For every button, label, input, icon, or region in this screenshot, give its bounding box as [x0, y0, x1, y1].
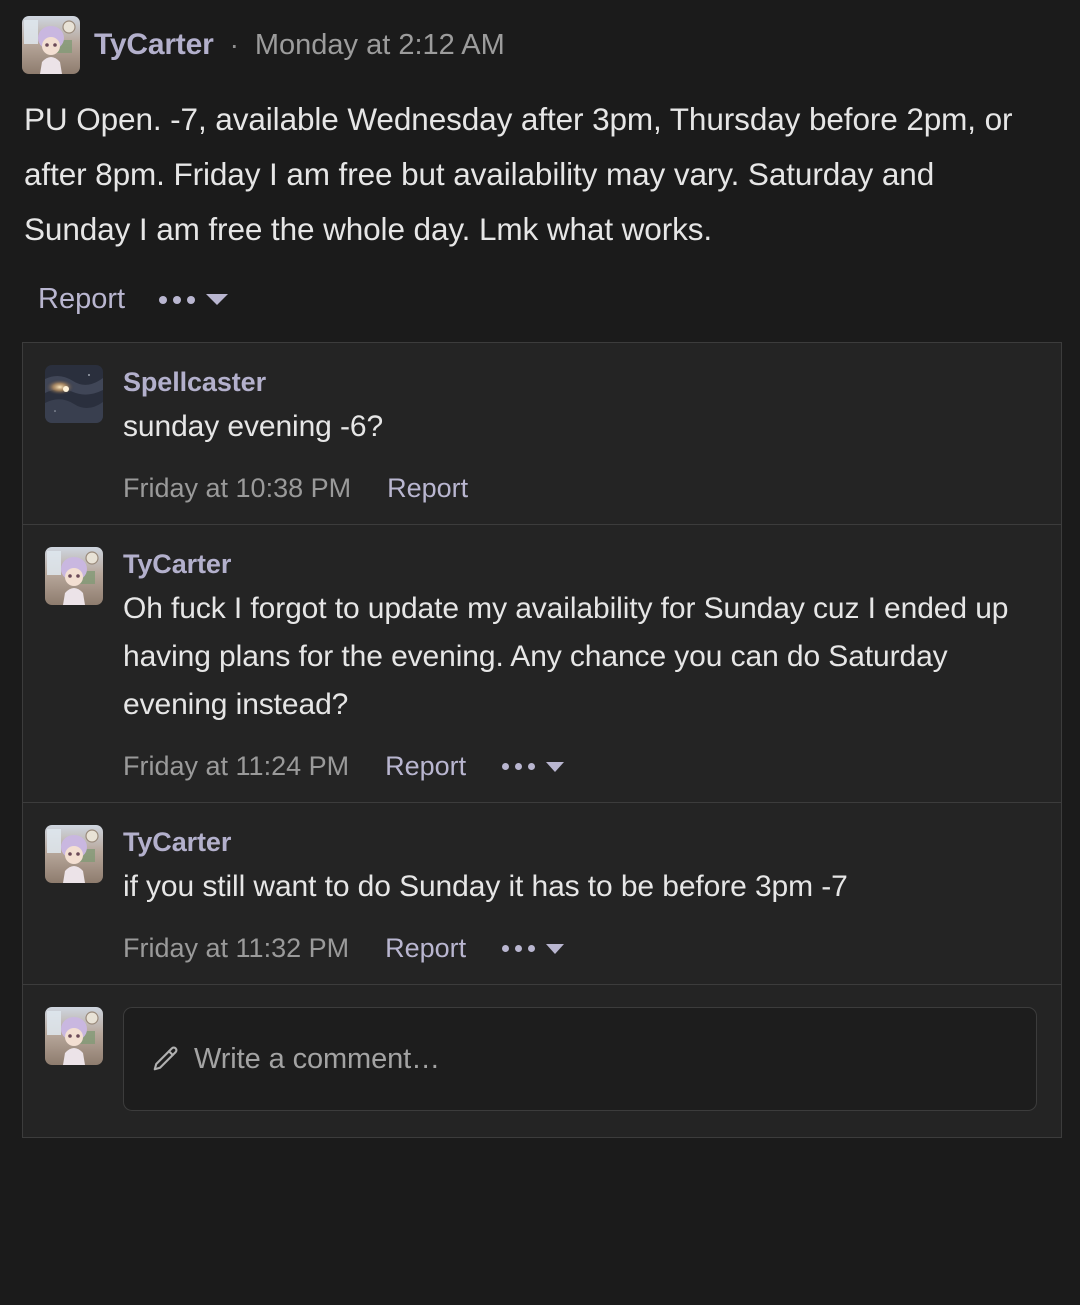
- reply-content: TyCarter if you still want to do Sunday …: [123, 825, 1037, 964]
- reply-overflow-menu[interactable]: [502, 761, 565, 772]
- reply-overflow-menu[interactable]: [502, 943, 565, 954]
- reply-content: TyCarter Oh fuck I forgot to update my a…: [123, 547, 1037, 782]
- avatar[interactable]: [45, 1007, 103, 1065]
- reply-author[interactable]: Spellcaster: [123, 365, 1037, 399]
- avatar[interactable]: [22, 16, 80, 74]
- post-separator: ·: [229, 29, 239, 60]
- reply-author[interactable]: TyCarter: [123, 547, 1037, 581]
- report-link[interactable]: Report: [38, 283, 125, 316]
- avatar-image: [22, 16, 80, 74]
- reply-content: Spellcaster sunday evening -6? Friday at…: [123, 365, 1037, 504]
- reply-text: if you still want to do Sunday it has to…: [123, 870, 848, 903]
- reply-meta: Friday at 10:38 PM Report: [123, 473, 1037, 504]
- avatar[interactable]: [45, 825, 103, 883]
- reply-timestamp[interactable]: Friday at 11:32 PM: [123, 933, 349, 964]
- avatar-image: [45, 1007, 103, 1065]
- post-header: TyCarter · Monday at 2:12 AM: [0, 0, 1080, 74]
- reply-item: Spellcaster sunday evening -6? Friday at…: [23, 343, 1061, 525]
- post-overflow-menu[interactable]: [159, 294, 229, 305]
- ellipsis-icon: [159, 295, 196, 304]
- comment-input[interactable]: Write a comment…: [123, 1007, 1037, 1111]
- avatar[interactable]: [45, 365, 103, 423]
- reply-item: TyCarter Oh fuck I forgot to update my a…: [23, 525, 1061, 803]
- reply-timestamp[interactable]: Friday at 11:24 PM: [123, 751, 349, 782]
- chevron-down-icon: [206, 294, 229, 305]
- post-body: PU Open. -7, available Wednesday after 3…: [24, 101, 1013, 247]
- reply-meta: Friday at 11:32 PM Report: [123, 933, 1037, 964]
- pencil-icon: [153, 1046, 178, 1071]
- comment-placeholder: Write a comment…: [194, 1042, 441, 1075]
- post-actions: Report: [0, 257, 1080, 316]
- avatar-image: [45, 825, 103, 883]
- reply-text: sunday evening -6?: [123, 410, 384, 443]
- reply-text: Oh fuck I forgot to update my availabili…: [123, 592, 1009, 721]
- post-thread-page: TyCarter · Monday at 2:12 AM PU Open. -7…: [0, 0, 1080, 1305]
- reply-timestamp[interactable]: Friday at 10:38 PM: [123, 473, 351, 504]
- post-author[interactable]: TyCarter: [94, 28, 214, 62]
- post-timestamp[interactable]: Monday at 2:12 AM: [255, 29, 505, 62]
- reply-meta: Friday at 11:24 PM Report: [123, 751, 1037, 782]
- avatar-image: [45, 365, 103, 423]
- comment-composer: Write a comment…: [23, 985, 1061, 1137]
- ellipsis-icon: [502, 945, 536, 952]
- ellipsis-icon: [502, 763, 536, 770]
- avatar-image: [45, 547, 103, 605]
- report-link[interactable]: Report: [385, 933, 466, 964]
- reply-item: TyCarter if you still want to do Sunday …: [23, 803, 1061, 985]
- replies-container: Spellcaster sunday evening -6? Friday at…: [22, 342, 1062, 1138]
- reply-author[interactable]: TyCarter: [123, 825, 1037, 859]
- chevron-down-icon: [546, 761, 565, 772]
- avatar[interactable]: [45, 547, 103, 605]
- report-link[interactable]: Report: [387, 473, 468, 504]
- report-link[interactable]: Report: [385, 751, 466, 782]
- chevron-down-icon: [546, 943, 565, 954]
